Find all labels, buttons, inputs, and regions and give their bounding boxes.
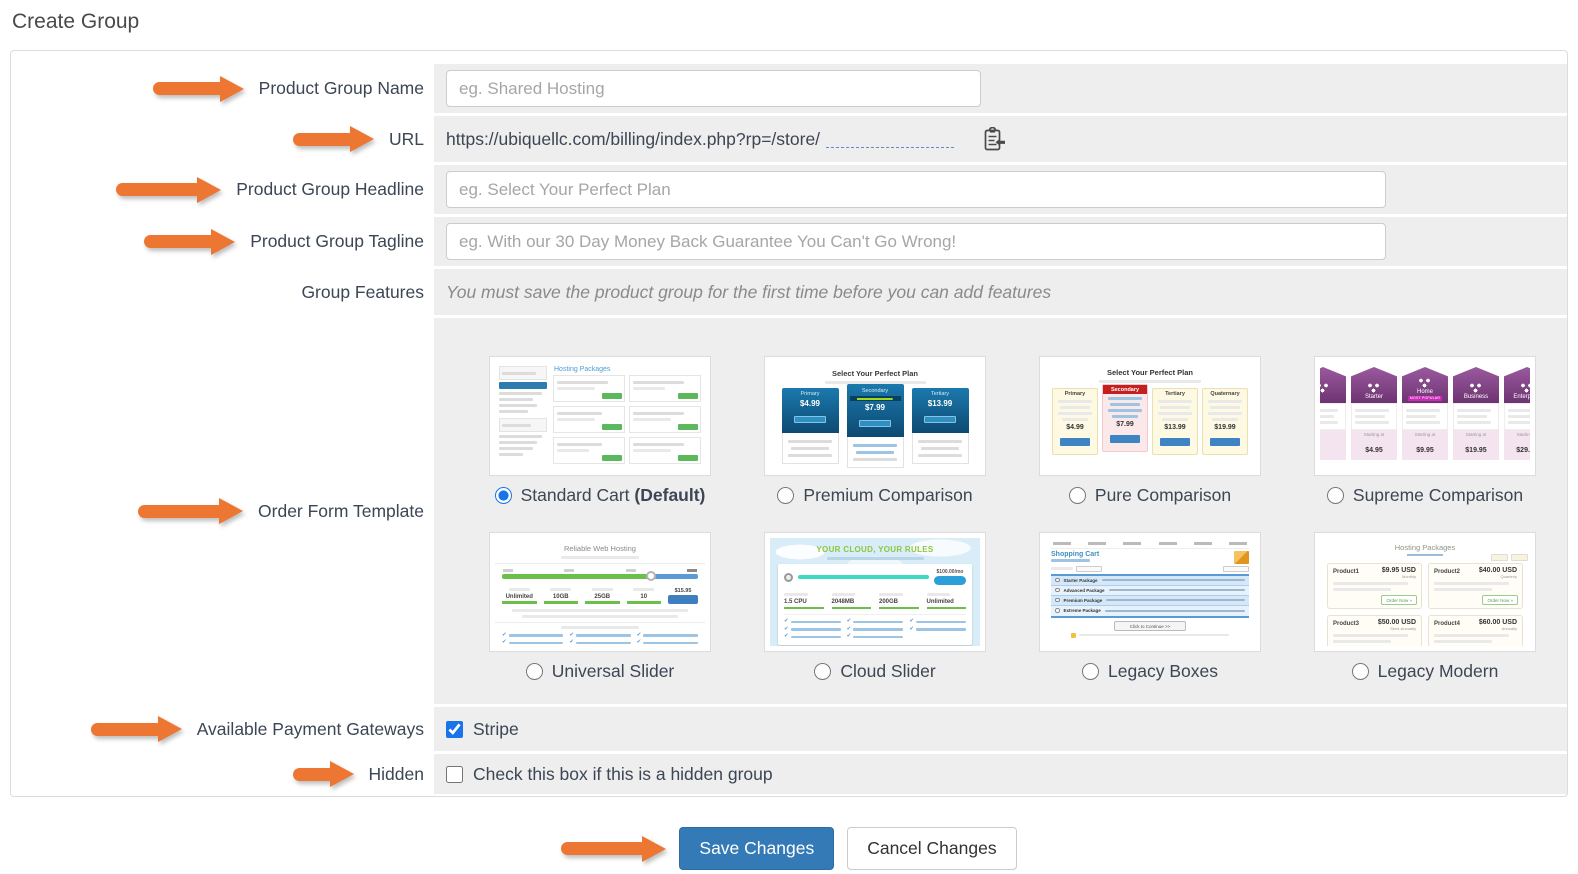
- product-group-tagline-label: Product Group Tagline: [250, 231, 424, 252]
- template-pick-premium-comparison: Premium Comparison: [764, 485, 986, 506]
- row-product-group-tagline: Product Group Tagline: [11, 217, 1567, 266]
- pointer-arrow: [116, 177, 221, 203]
- row-group-features: Group Features You must save the product…: [11, 269, 1567, 315]
- template-thumbnail-legacy-boxes: Shopping Cart Starter Package Advanced P…: [1039, 532, 1261, 652]
- pointer-arrow: [144, 229, 235, 255]
- row-product-group-headline: Product Group Headline: [11, 165, 1567, 214]
- row-order-form-template: Order Form Template: [11, 318, 1567, 704]
- template-pick-cloud-slider: Cloud Slider: [764, 661, 986, 682]
- template-radio-legacy-modern[interactable]: [1352, 663, 1369, 680]
- template-radio-universal-slider[interactable]: [526, 663, 543, 680]
- template-pick-universal-slider: Universal Slider: [489, 661, 711, 682]
- template-option-pure-comparison: Select Your Perfect Plan Primary $4.99: [1039, 356, 1261, 506]
- row-url: URL https://ubiquellc.com/billing/index.…: [11, 116, 1567, 162]
- template-radio-legacy-boxes[interactable]: [1082, 663, 1099, 680]
- template-radio-supreme-comparison[interactable]: [1327, 487, 1344, 504]
- template-thumbnail-universal-slider: Reliable Web Hosting Unlimited 10GB 25GB…: [489, 532, 711, 652]
- product-group-headline-label: Product Group Headline: [236, 179, 424, 200]
- pointer-arrow: [561, 836, 666, 862]
- template-option-legacy-modern: Hosting Packages Product1 $9.95 USDMonth…: [1314, 532, 1536, 682]
- template-thumbnail-premium-comparison: Select Your Perfect Plan Primary $4.99: [764, 356, 986, 476]
- pointer-arrow: [293, 761, 354, 787]
- template-radio-premium-comparison[interactable]: [777, 487, 794, 504]
- lock-icon: [1071, 633, 1076, 638]
- template-thumbnail-pure-comparison: Select Your Perfect Plan Primary $4.99: [1039, 356, 1261, 476]
- product-group-name-label: Product Group Name: [259, 78, 424, 99]
- row-payment-gateways: Available Payment Gateways Stripe: [11, 707, 1567, 751]
- pointer-arrow: [153, 76, 244, 102]
- template-radio-pure-comparison[interactable]: [1069, 487, 1086, 504]
- product-group-name-input[interactable]: [446, 70, 981, 107]
- row-product-group-name: Product Group Name: [11, 64, 1567, 113]
- url-slug-editable[interactable]: [826, 131, 954, 148]
- template-option-universal-slider: Reliable Web Hosting Unlimited 10GB 25GB…: [489, 532, 711, 682]
- template-option-cloud-slider: YOUR CLOUD, YOUR RULES $100.00/mo 1.5 CP…: [764, 532, 986, 682]
- hidden-label: Hidden: [369, 764, 424, 785]
- pointer-arrow: [138, 498, 243, 524]
- template-pick-supreme-comparison: Supreme Comparison: [1314, 485, 1536, 506]
- template-grid: Hosting Packages: [434, 318, 1567, 704]
- gateway-stripe-checkbox[interactable]: [446, 721, 463, 738]
- payment-gateways-label: Available Payment Gateways: [197, 719, 424, 740]
- template-pick-legacy-boxes: Legacy Boxes: [1039, 661, 1261, 682]
- group-features-note: You must save the product group for the …: [446, 282, 1051, 303]
- template-radio-standard-cart[interactable]: [495, 487, 512, 504]
- template-option-legacy-boxes: Shopping Cart Starter Package Advanced P…: [1039, 532, 1261, 682]
- url-label: URL: [389, 129, 424, 150]
- template-thumbnail-cloud-slider: YOUR CLOUD, YOUR RULES $100.00/mo 1.5 CP…: [764, 532, 986, 652]
- row-hidden: Hidden Check this box if this is a hidde…: [11, 754, 1567, 794]
- url-base-text: https://ubiquellc.com/billing/index.php?…: [446, 129, 820, 150]
- product-group-headline-input[interactable]: [446, 171, 1386, 208]
- page-title: Create Group: [12, 10, 1578, 34]
- template-option-supreme-comparison: Starter Starting at$4.95 HomeMOST POPULA…: [1314, 356, 1536, 506]
- hidden-group-checkbox[interactable]: [446, 766, 463, 783]
- template-option-premium-comparison: Select Your Perfect Plan Primary $4.99: [764, 356, 986, 506]
- paste-icon[interactable]: [984, 127, 1005, 152]
- template-pick-pure-comparison: Pure Comparison: [1039, 485, 1261, 506]
- template-radio-cloud-slider[interactable]: [814, 663, 831, 680]
- cart-box-icon: [1234, 551, 1249, 564]
- pointer-arrow: [293, 126, 374, 152]
- gateway-stripe-label: Stripe: [473, 719, 519, 740]
- template-thumbnail-supreme-comparison: Starter Starting at$4.95 HomeMOST POPULA…: [1314, 356, 1536, 476]
- group-features-label: Group Features: [301, 282, 424, 303]
- template-pick-legacy-modern: Legacy Modern: [1314, 661, 1536, 682]
- order-form-template-label: Order Form Template: [258, 501, 424, 522]
- template-thumbnail-standard-cart: Hosting Packages: [489, 356, 711, 476]
- product-group-tagline-input[interactable]: [446, 223, 1386, 260]
- pointer-arrow: [91, 716, 182, 742]
- create-group-form-panel: Product Group Name URL https://ubiquellc…: [10, 50, 1568, 797]
- template-pick-standard-cart: Standard Cart (Default): [489, 485, 711, 506]
- template-thumbnail-legacy-modern: Hosting Packages Product1 $9.95 USDMonth…: [1314, 532, 1536, 652]
- template-option-standard-cart: Hosting Packages: [489, 356, 711, 506]
- gateway-stripe-option: Stripe: [446, 719, 519, 740]
- hidden-group-text: Check this box if this is a hidden group: [473, 764, 773, 785]
- hidden-group-option: Check this box if this is a hidden group: [446, 764, 773, 785]
